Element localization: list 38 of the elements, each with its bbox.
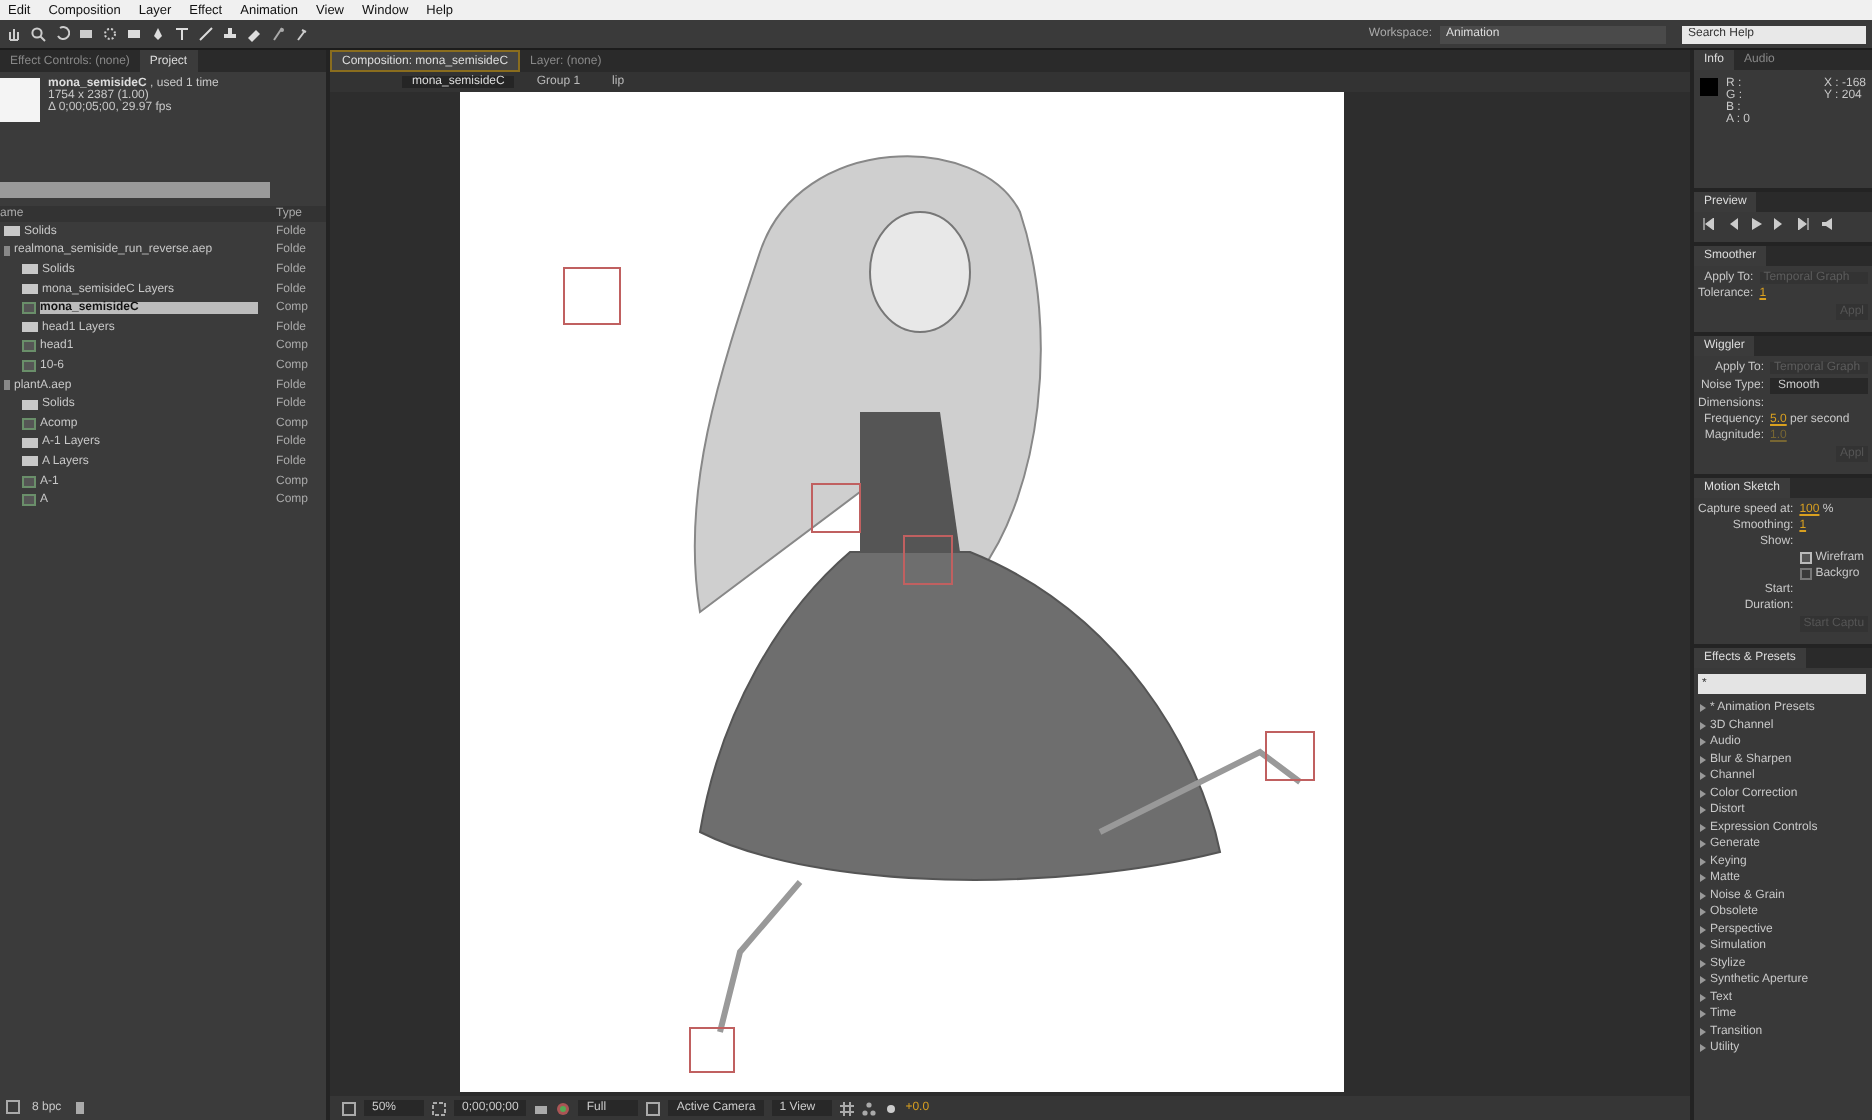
rectangle-tool-icon[interactable] [126, 26, 142, 42]
interpret-footage-icon[interactable] [6, 1100, 20, 1114]
zoom-tool-icon[interactable] [30, 26, 46, 42]
speaker-icon[interactable] [1822, 218, 1834, 230]
type-tool-icon[interactable] [174, 26, 190, 42]
composition-icon [22, 302, 36, 315]
composition-icon [22, 417, 36, 430]
thumbnail-placeholder [0, 78, 40, 122]
rotate-tool-icon[interactable] [54, 26, 70, 42]
stamp-tool-icon[interactable] [222, 26, 238, 42]
snapshot-icon[interactable] [534, 1101, 549, 1115]
pan-tool-icon[interactable] [102, 26, 118, 42]
checkbox[interactable] [1799, 552, 1812, 564]
eraser-tool-icon[interactable] [246, 26, 262, 42]
folder-icon [22, 399, 38, 410]
play-icon[interactable] [1750, 218, 1762, 230]
trash-icon[interactable] [73, 1100, 86, 1114]
color-channels-icon[interactable] [556, 1101, 571, 1115]
next-frame-icon[interactable] [1774, 218, 1786, 230]
pen-tool-icon[interactable] [150, 26, 166, 42]
previous-frame-icon[interactable] [1726, 218, 1738, 230]
folder-icon [4, 226, 20, 237]
color-swatch [1700, 78, 1718, 96]
folder-icon [22, 322, 38, 333]
fit-icon[interactable] [432, 1101, 446, 1115]
view-toggle-icon[interactable] [342, 1101, 356, 1115]
checkbox[interactable] [1799, 568, 1812, 580]
first-frame-icon[interactable] [1702, 218, 1714, 230]
brush-tool-icon[interactable] [198, 26, 214, 42]
puppet-tool-icon[interactable] [294, 26, 310, 42]
project-search-field[interactable] [0, 182, 270, 198]
hand-tool-icon[interactable] [6, 26, 22, 42]
roto-brush-icon[interactable] [270, 26, 286, 42]
exposure-icon[interactable] [883, 1101, 898, 1115]
grid-icon[interactable] [839, 1101, 854, 1115]
last-frame-icon[interactable] [1798, 218, 1810, 230]
flowchart-icon[interactable] [861, 1101, 876, 1115]
region-icon[interactable] [646, 1101, 661, 1115]
